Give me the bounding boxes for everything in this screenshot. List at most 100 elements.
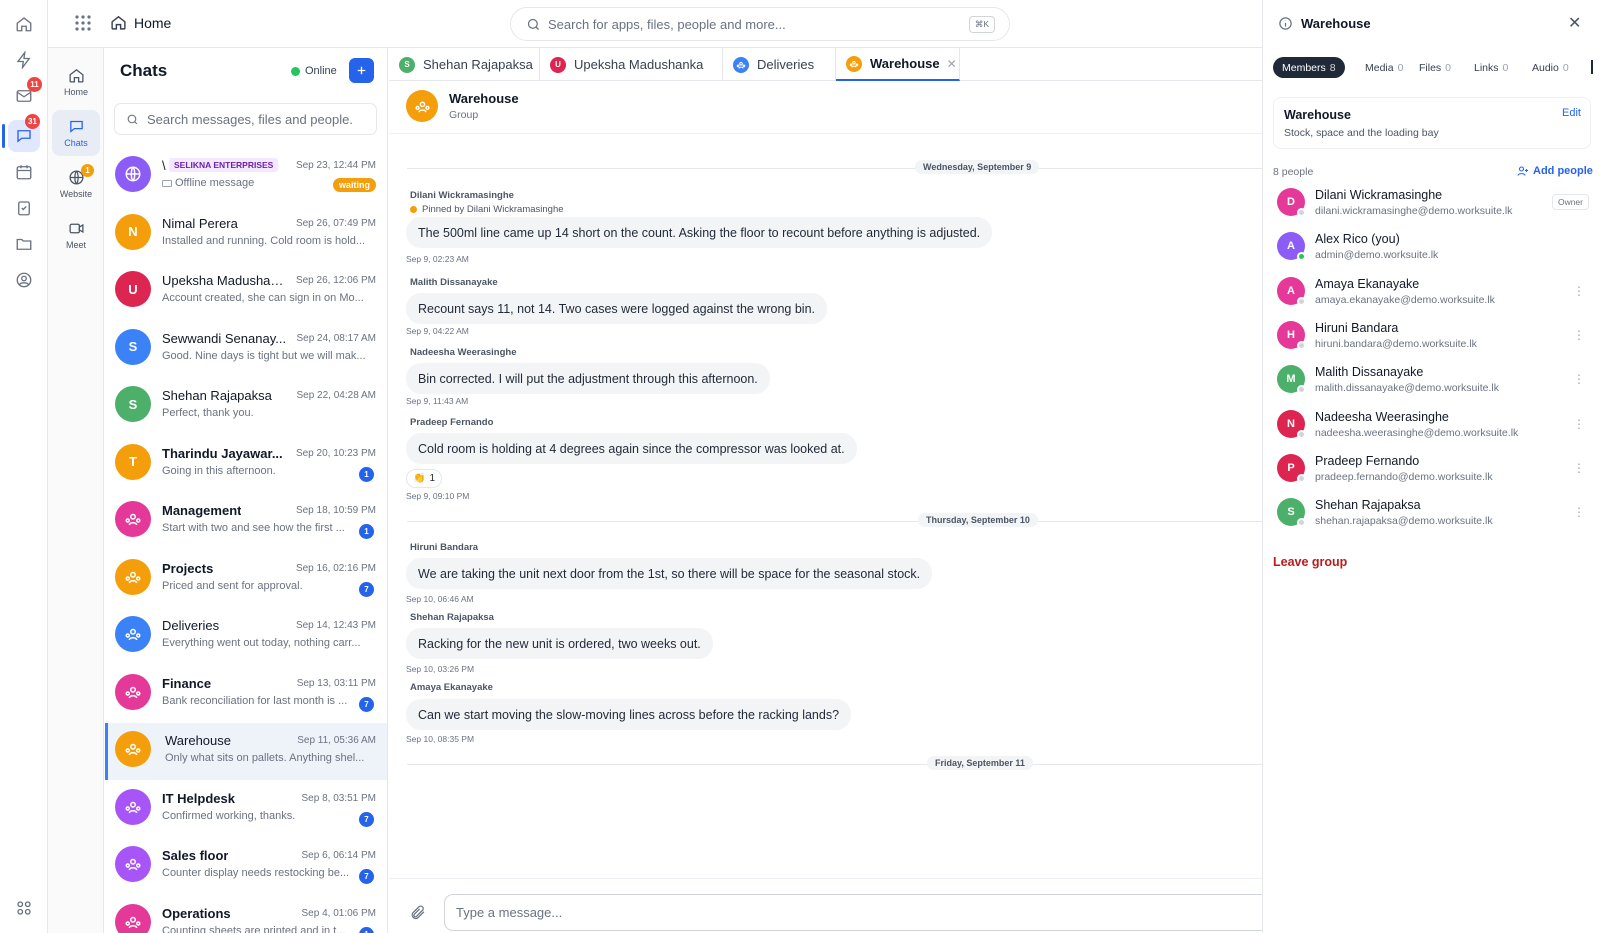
tab-deliveries[interactable]: Deliveries <box>723 48 836 81</box>
tab-upeksha-madushanka[interactable]: U Upeksha Madushanka <box>540 48 723 81</box>
reaction-chip[interactable]: 👏 1 <box>406 469 443 488</box>
chat-list-item[interactable]: Operations Sep 4, 01:06 PM Counting sheets… <box>105 896 387 933</box>
home-breadcrumb[interactable]: Home <box>110 14 171 31</box>
add-people-label: Add people <box>1533 165 1593 177</box>
chat-list-item[interactable]: S Sewwandi Senanay... Sep 24, 08:17 AM Good… <box>105 321 387 378</box>
member-name: Alex Rico (you) <box>1315 232 1400 247</box>
close-icon[interactable]: ✕ <box>1568 13 1581 33</box>
more-options-icon[interactable]: ⋮ <box>1573 285 1585 297</box>
member-row[interactable]: D Dilani Wickramasinghe dilani.wickramasin… <box>1273 186 1591 230</box>
panel-tab-files[interactable]: Files 0 <box>1410 57 1460 78</box>
panel-tab-audio[interactable]: Audio 0 <box>1523 57 1578 78</box>
chat-preview: Only what sits on pallets. Anything shel… <box>165 752 365 764</box>
member-email: dilani.wickramasinghe@demo.worksuite.lk <box>1315 205 1513 217</box>
message-bubble[interactable]: We are taking the unit next door from th… <box>406 558 933 589</box>
member-row[interactable]: N Nadeesha Weerasinghe nadeesha.weerasingh… <box>1273 408 1591 452</box>
leave-group-button[interactable]: Leave group <box>1273 555 1347 569</box>
unread-badge: 1 <box>359 524 374 539</box>
edit-group-link[interactable]: Edit <box>1562 107 1581 119</box>
attach-icon[interactable] <box>409 904 426 921</box>
group-icon <box>115 673 151 710</box>
message-bubble[interactable]: Cold room is holding at 4 degrees again … <box>406 433 857 464</box>
presence-dot <box>1297 429 1306 439</box>
new-chat-button[interactable] <box>349 58 374 83</box>
unread-badge: 1 <box>359 926 374 933</box>
chat-list-item[interactable]: U Upeksha Madushan... Sep 26, 12:06 PM Acco… <box>105 263 387 320</box>
member-row[interactable]: A Alex Rico (you) admin@demo.worksuite.lk <box>1273 230 1591 274</box>
message-bubble[interactable]: Racking for the new unit is ordered, two… <box>406 628 713 659</box>
more-options-icon[interactable]: ⋮ <box>1573 418 1585 430</box>
tab-avatar: U <box>550 56 566 73</box>
chat-date: Sep 13, 03:11 PM <box>296 677 376 689</box>
member-name: Shehan Rajapaksa <box>1315 498 1421 513</box>
chat-list-item[interactable]: IT Helpdesk Sep 8, 03:51 PM Confirmed work… <box>105 781 387 838</box>
more-options-icon[interactable]: ⋮ <box>1573 506 1585 518</box>
member-row[interactable]: A Amaya Ekanayake amaya.ekanayake@demo.wor… <box>1273 275 1591 319</box>
globe-icon <box>115 156 151 192</box>
module-home[interactable]: Home <box>52 59 100 105</box>
day-label: Wednesday, September 9 <box>915 160 1040 174</box>
more-options-icon[interactable]: ⋮ <box>1573 329 1585 341</box>
chat-list-item[interactable]: Projects Sep 16, 02:16 PM Priced and sent … <box>105 551 387 608</box>
panel-tab-label: Links <box>1474 61 1499 74</box>
chat-list-item[interactable]: S Shehan Rajapaksa Sep 22, 04:28 AM Perfect… <box>105 378 387 435</box>
chat-preview: Installed and running. Cold room is hold… <box>162 234 366 247</box>
home-icon[interactable] <box>12 12 36 36</box>
tasks-icon[interactable] <box>12 196 36 220</box>
member-name: Amaya Ekanayake <box>1315 276 1420 291</box>
tab-shehan-rajapaksa[interactable]: S Shehan Rajapaksa <box>389 48 540 81</box>
app-launcher-icon[interactable] <box>74 14 92 32</box>
member-row[interactable]: H Hiruni Bandara hiruni.bandara@demo.works… <box>1273 319 1591 363</box>
chat-list-item[interactable]: Finance Sep 13, 03:11 PM Bank reconciliati… <box>105 666 387 723</box>
module-meet[interactable]: Meet <box>52 212 100 258</box>
more-options-icon[interactable]: ⋮ <box>1573 373 1585 385</box>
message-bubble[interactable]: Can we start moving the slow-moving line… <box>406 699 852 730</box>
chat-list-item[interactable]: N Nimal Perera Sep 26, 07:49 PM Installed a… <box>105 206 387 263</box>
message-sender: Shehan Rajapaksa <box>410 612 494 623</box>
add-people-button[interactable]: Add people <box>1517 165 1593 177</box>
chat-list-item[interactable]: Management Sep 18, 10:59 PM Start with two… <box>105 493 387 550</box>
message-time: Sep 10, 06:46 AM <box>406 594 474 604</box>
chat-list-item[interactable]: Warehouse Sep 11, 05:36 AM Only what sits … <box>105 723 387 780</box>
chat-name: Management <box>162 503 242 518</box>
close-tab-icon[interactable]: ✕ <box>947 57 957 71</box>
website-badge: 1 <box>81 164 94 177</box>
chat-list-item[interactable]: T Tharindu Jayawar... Sep 20, 10:23 PM Goin… <box>105 436 387 493</box>
chat-name: Sales floor <box>162 848 229 863</box>
chat-date: Sep 14, 12:43 PM <box>295 620 376 631</box>
message-bubble[interactable]: Recount says 11, not 14. Two cases were … <box>406 293 828 324</box>
member-row[interactable]: M Malith Dissanayake malith.dissanayake@de… <box>1273 363 1591 407</box>
group-icon <box>846 55 862 72</box>
user-circle-icon[interactable] <box>12 268 36 292</box>
member-email: nadeesha.weerasinghe@demo.worksuite.lk <box>1315 426 1519 439</box>
global-search[interactable]: Search for apps, files, people and more.… <box>510 7 1010 41</box>
tab-warehouse[interactable]: Warehouse ✕ <box>836 48 960 81</box>
chat-search-input[interactable]: Search messages, files and people. <box>114 103 377 135</box>
message-input[interactable]: Type a message... <box>444 894 1262 931</box>
chat-list-item[interactable]: Sales floor Sep 6, 06:14 PM Counter displa… <box>105 838 387 895</box>
panel-tab-links[interactable]: Links 0 <box>1465 57 1517 78</box>
group-icon <box>115 846 151 882</box>
online-status-label[interactable]: Online <box>305 65 337 77</box>
member-row[interactable]: S Shehan Rajapaksa shehan.rajapaksa@demo.w… <box>1273 496 1591 540</box>
chat-list-item[interactable]: Deliveries Sep 14, 12:43 PM Everything wen… <box>105 608 387 665</box>
member-row[interactable]: P Pradeep Fernando pradeep.fernando@demo.w… <box>1273 452 1591 496</box>
apps-grid-icon[interactable] <box>12 896 36 920</box>
folder-icon[interactable] <box>12 232 36 256</box>
module-chats[interactable]: Chats <box>52 110 100 156</box>
message-bubble[interactable]: Bin corrected. I will put the adjustment… <box>406 363 770 394</box>
calendar-icon[interactable] <box>12 160 36 184</box>
presence-dot <box>1297 340 1306 350</box>
panel-tab-media[interactable]: Media 0 <box>1356 57 1412 78</box>
chat-preview: Good. Nine days is tight but we will mak… <box>162 349 366 362</box>
chat-name: Warehouse <box>165 733 231 748</box>
chat-list-item[interactable]: \ SELIKNA ENTERPRISES Sep 23, 12:44 PM Offl… <box>105 148 387 205</box>
chat-date: Sep 20, 10:23 PM <box>295 447 376 459</box>
message-bubble[interactable]: The 500ml line came up 14 short on the c… <box>406 217 993 248</box>
chat-preview: Everything went out today, nothing carr.… <box>162 637 361 649</box>
more-options-icon[interactable]: ⋮ <box>1573 462 1585 474</box>
panel-tab-members[interactable]: Members 8 <box>1273 57 1345 78</box>
presence-dot <box>1297 518 1306 528</box>
lightning-icon[interactable] <box>12 48 36 72</box>
plus-icon <box>357 66 366 75</box>
